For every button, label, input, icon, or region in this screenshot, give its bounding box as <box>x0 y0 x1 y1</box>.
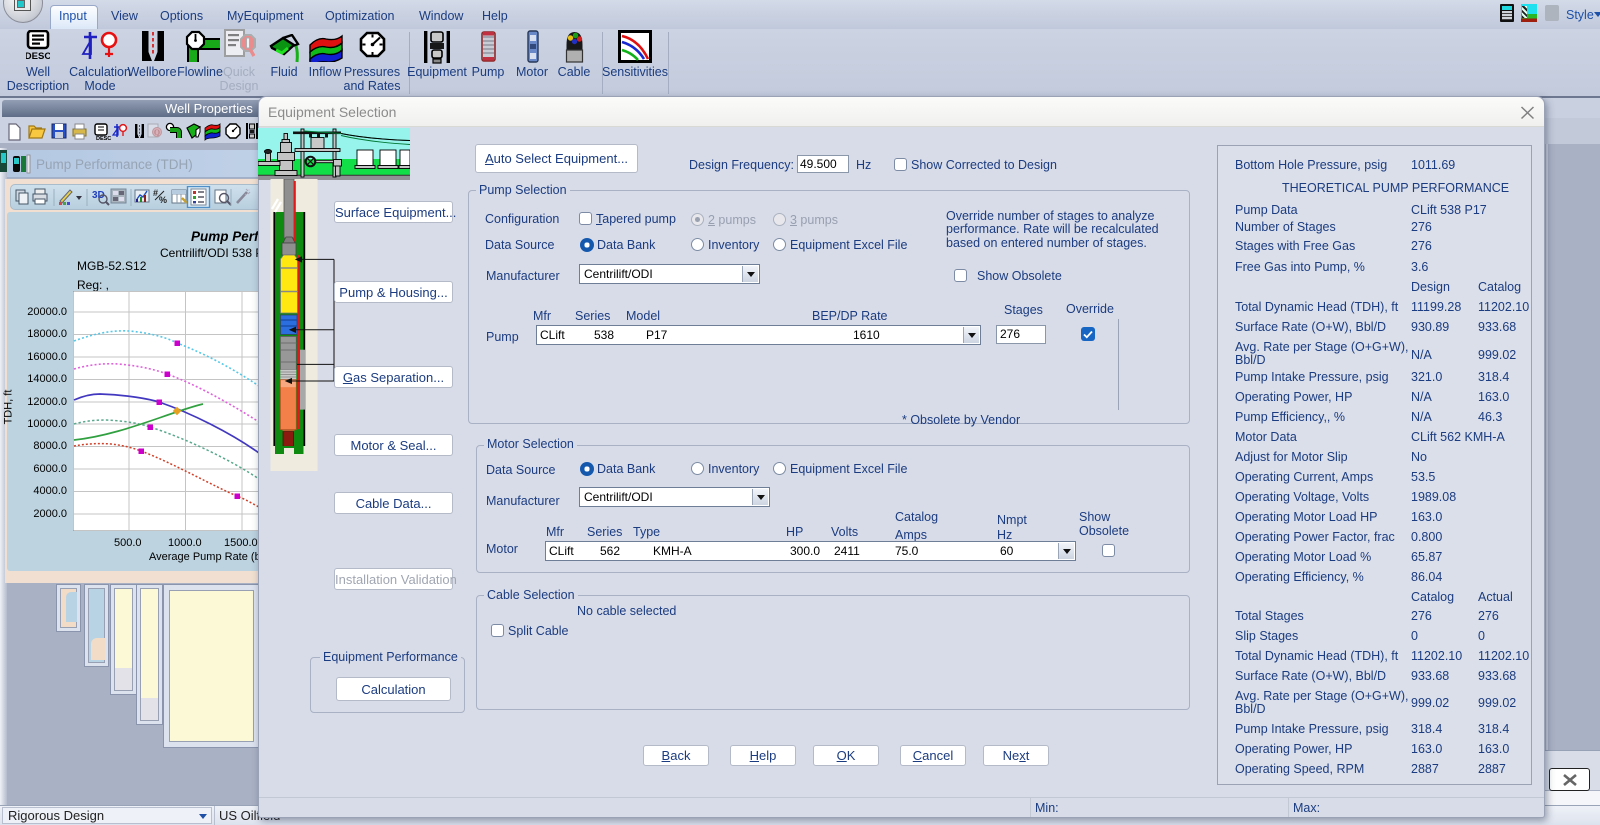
svg-text:Q: Q <box>154 128 160 137</box>
svg-text:%: % <box>159 195 167 205</box>
svg-text:#: # <box>153 188 158 198</box>
svg-text:DESC: DESC <box>26 51 50 61</box>
svg-text:DESC: DESC <box>96 136 111 142</box>
